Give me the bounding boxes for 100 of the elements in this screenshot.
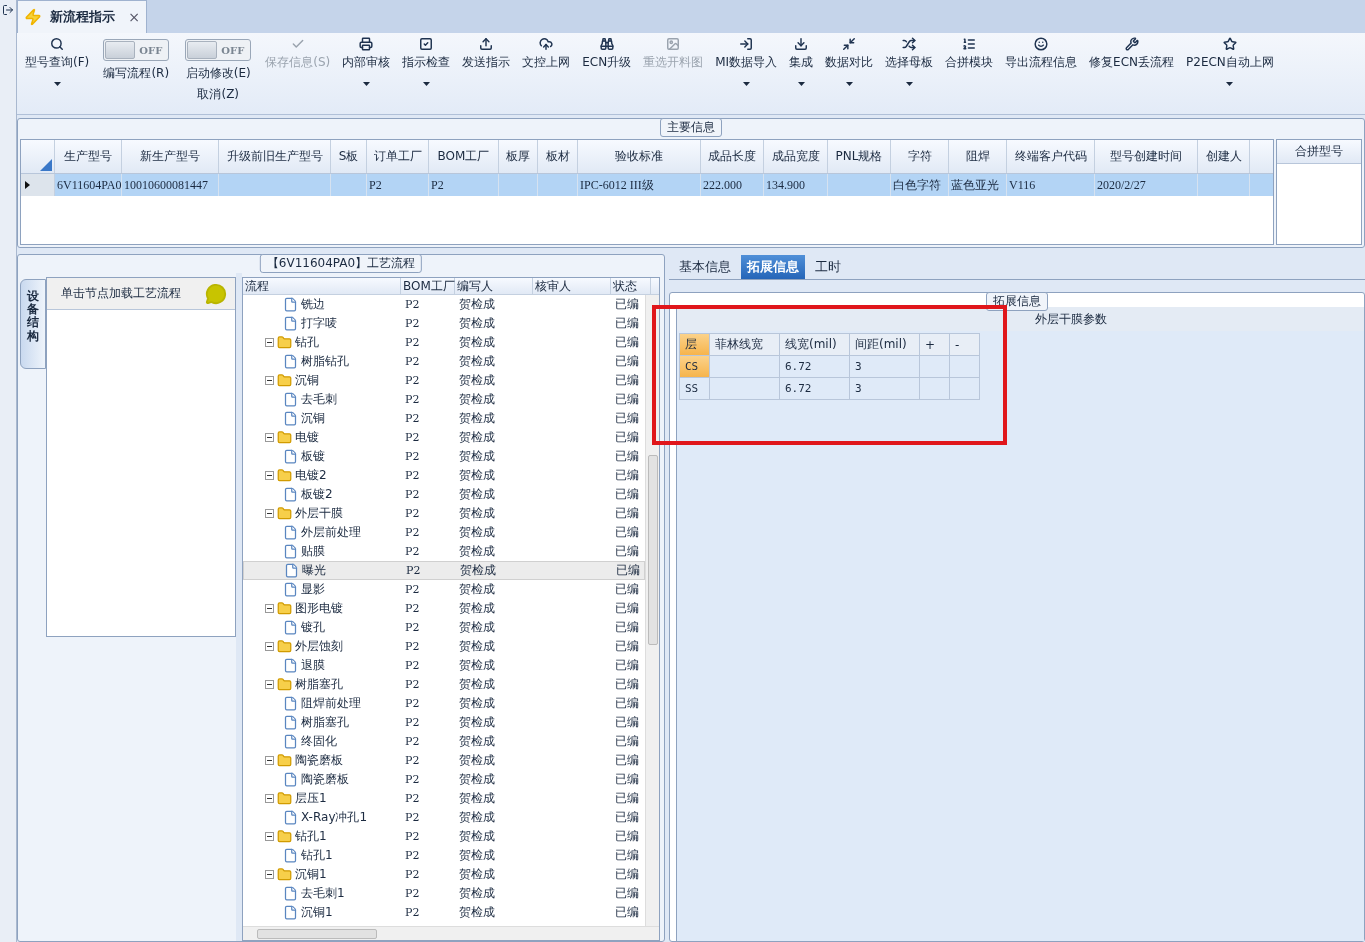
table-cell[interactable] <box>710 378 780 400</box>
tree-row[interactable]: 曝光 P2 贺检成 已编 <box>243 561 645 580</box>
table-cell[interactable] <box>950 378 980 400</box>
column-header[interactable]: - <box>950 334 980 356</box>
collapse-icon[interactable] <box>265 870 274 879</box>
table-cell[interactable]: 3 <box>850 356 920 378</box>
column-header[interactable]: 层 <box>680 334 710 356</box>
column-header[interactable]: + <box>920 334 950 356</box>
tab-title: 新流程指示 <box>50 8 116 26</box>
side-tab[interactable]: 设备结构 <box>20 279 46 369</box>
toolbar-button[interactable]: ECN升级 <box>578 35 636 73</box>
table-cell: 贺检成 <box>459 296 495 313</box>
table-cell[interactable] <box>710 356 780 378</box>
column-header[interactable]: PNL规格 <box>828 140 891 173</box>
node-label: X-Ray冲孔1 <box>301 809 368 826</box>
toolbar-button[interactable]: 修复ECN丢流程 <box>1085 35 1179 73</box>
toolbar-button[interactable]: 指示检查 <box>398 35 455 88</box>
table-cell: 贺检成 <box>459 866 495 883</box>
column-header[interactable]: 创建人 <box>1198 140 1250 173</box>
table-cell[interactable]: CS <box>680 356 710 378</box>
table-cell: 已编 <box>615 410 639 427</box>
column-header[interactable]: 型号创建时间 <box>1095 140 1198 173</box>
column-header[interactable]: BOM工厂 <box>401 278 455 294</box>
table-cell: 222.000 <box>703 177 742 193</box>
tab[interactable]: 拓展信息 <box>741 255 805 279</box>
smile-icon <box>1034 37 1049 51</box>
list-icon <box>962 37 977 51</box>
download-icon <box>794 37 809 51</box>
collapse-icon[interactable] <box>265 433 274 442</box>
file-icon <box>283 411 298 426</box>
table-cell: 贺检成 <box>459 752 495 769</box>
column-header[interactable]: 验收标准 <box>578 140 701 173</box>
column-header[interactable]: 板厚 <box>499 140 538 173</box>
file-icon <box>283 297 298 312</box>
table-cell[interactable]: SS <box>680 378 710 400</box>
column-header[interactable]: 线宽(mil) <box>780 334 850 356</box>
column-header[interactable]: BOM工厂 <box>429 140 499 173</box>
column-header[interactable]: S板 <box>331 140 367 173</box>
close-button[interactable]: × <box>128 9 140 25</box>
vertical-scrollbar[interactable] <box>645 295 659 926</box>
collapse-icon[interactable] <box>265 794 274 803</box>
table-cell: 已编 <box>615 486 639 503</box>
column-header[interactable]: 合拼型号 <box>1277 140 1361 164</box>
column-header[interactable]: 升级前旧生产型号 <box>219 140 331 173</box>
column-header[interactable]: 成品长度 <box>701 140 764 173</box>
toolbar-button[interactable]: 发送指示 <box>458 35 515 73</box>
tab[interactable]: 基本信息 <box>673 255 737 279</box>
column-header[interactable]: 新生产型号 <box>122 140 219 173</box>
file-icon <box>283 658 298 673</box>
toolbar-button[interactable]: 集成 <box>785 35 818 88</box>
node-label: 沉铜1 <box>295 866 327 883</box>
table-cell: 贺检成 <box>459 581 495 598</box>
table-cell[interactable]: 6.72 <box>780 378 850 400</box>
collapse-icon[interactable] <box>265 509 274 518</box>
toolbar-button[interactable]: 导出流程信息 <box>1001 35 1082 73</box>
collapse-icon[interactable] <box>265 642 274 651</box>
table-cell[interactable] <box>920 378 950 400</box>
collapse-icon[interactable] <box>265 680 274 689</box>
column-header[interactable]: 菲林线宽 <box>710 334 780 356</box>
table-row[interactable]: 6V11604PA0 10010600081447 P2 P2 IPC-6012 III级 222.000 134.900 白色字符 蓝色亚光 V116 2020/2/27 <box>21 174 1273 196</box>
exit-icon[interactable] <box>2 4 14 16</box>
collapse-icon[interactable] <box>265 376 274 385</box>
table-cell[interactable]: 3 <box>850 378 920 400</box>
collapse-icon[interactable] <box>265 471 274 480</box>
toolbar-button[interactable]: 型号查询(F) <box>21 35 94 88</box>
column-header[interactable]: 核审人 <box>533 278 611 294</box>
toolbar-button[interactable]: 数据对比 <box>821 35 878 88</box>
column-header[interactable]: 流程 <box>243 278 401 294</box>
column-header[interactable]: 间距(mil) <box>850 334 920 356</box>
column-header[interactable]: 成品宽度 <box>764 140 828 173</box>
table-cell[interactable]: 6.72 <box>780 356 850 378</box>
toolbar-button[interactable]: 文控上网 <box>518 35 575 73</box>
collapse-icon[interactable] <box>265 832 274 841</box>
collapse-icon[interactable] <box>265 604 274 613</box>
checkbox-icon <box>419 37 434 51</box>
table-cell: 白色字符 <box>893 176 941 194</box>
collapse-icon[interactable] <box>265 756 274 765</box>
horizontal-scrollbar[interactable] <box>243 926 659 940</box>
table-cell[interactable] <box>920 356 950 378</box>
toolbar-button[interactable]: 合拼模块 <box>941 35 998 73</box>
toolbar-button[interactable]: MI数据导入 <box>711 35 782 88</box>
column-header[interactable]: 状态 <box>611 278 651 294</box>
column-header[interactable]: 终端客户代码 <box>1007 140 1095 173</box>
tab[interactable]: 工时 <box>809 255 847 279</box>
column-header[interactable]: 字符 <box>891 140 949 173</box>
collapse-icon[interactable] <box>265 338 274 347</box>
column-header[interactable]: 生产型号 <box>55 140 122 173</box>
column-header[interactable]: 订单工厂 <box>367 140 429 173</box>
node-label: 电镀2 <box>295 467 327 484</box>
folder-icon <box>277 829 292 844</box>
toolbar-button[interactable]: 选择母板 <box>881 35 938 88</box>
column-header[interactable]: 板材 <box>538 140 578 173</box>
column-header[interactable]: 阻焊 <box>949 140 1007 173</box>
toolbar-button[interactable]: P2ECN自动上网 <box>1182 35 1278 88</box>
toolbar-button[interactable]: 内部审核 <box>338 35 395 88</box>
column-header[interactable]: 编写人 <box>455 278 533 294</box>
printer-icon <box>359 37 374 51</box>
table-cell[interactable] <box>950 356 980 378</box>
document-tab[interactable]: 新流程指示 × <box>17 0 147 33</box>
folder-icon <box>277 753 292 768</box>
